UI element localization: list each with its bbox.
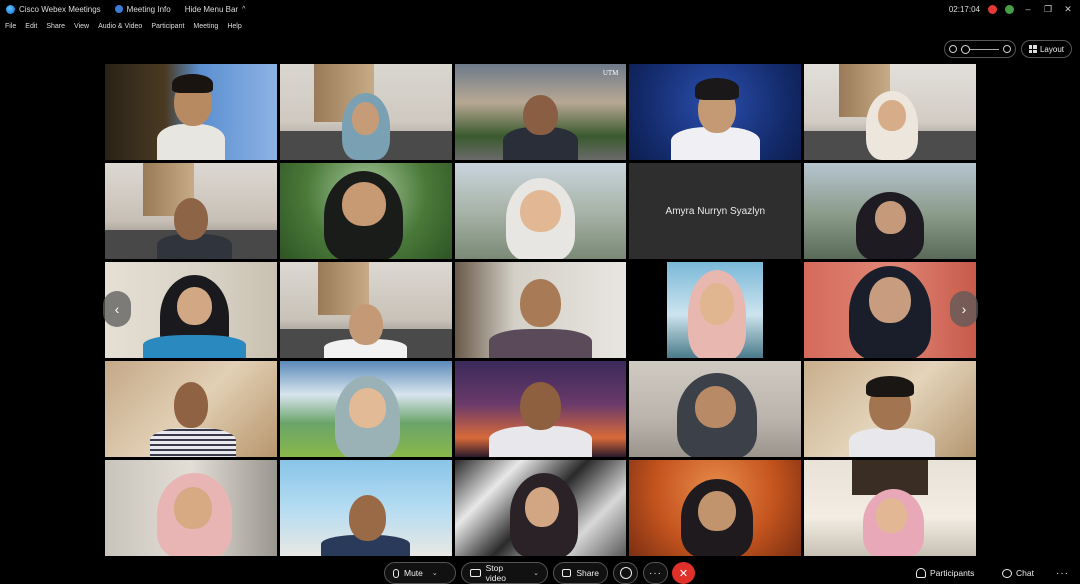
participant-name: Amyra Nurryn Syazlyn [665, 205, 766, 217]
participant-video[interactable] [105, 361, 277, 457]
participant-video[interactable] [279, 460, 452, 556]
more-icon: ··· [649, 567, 662, 579]
camera-icon [470, 569, 481, 577]
share-button[interactable]: Share [553, 562, 608, 584]
participant-video[interactable] [629, 460, 802, 556]
share-label: Share [576, 568, 599, 578]
participants-icon [916, 568, 926, 578]
close-icon: ✕ [678, 567, 689, 580]
zoom-in-icon[interactable] [1003, 45, 1011, 53]
participant-video[interactable] [279, 262, 452, 358]
zoom-out-icon[interactable] [949, 45, 957, 53]
meeting-timer: 02:17:04 [948, 4, 980, 14]
participant-video[interactable] [454, 163, 627, 259]
close-window-icon[interactable]: ✕ [1062, 4, 1074, 15]
layout-button[interactable]: Layout [1021, 40, 1072, 58]
share-screen-icon [562, 569, 572, 577]
video-grid: UTM Amyra Nurryn Syazlyn [105, 64, 976, 556]
overflow-menu-button[interactable]: ··· [1056, 562, 1069, 584]
more-options-button[interactable]: ··· [643, 562, 668, 584]
smiley-icon [619, 567, 632, 579]
zoom-slider-control[interactable] [944, 40, 1016, 58]
connection-icon [1005, 4, 1014, 14]
previous-page-button[interactable]: ‹ [103, 291, 131, 327]
recording-icon [988, 4, 997, 14]
meeting-info-button[interactable]: Meeting Info [114, 4, 171, 14]
webex-logo-icon [6, 4, 15, 14]
minimize-icon[interactable]: – [1022, 4, 1034, 14]
menu-file[interactable]: File [5, 23, 16, 30]
menu-share[interactable]: Share [46, 23, 65, 30]
microphone-icon [393, 568, 399, 578]
title-bar-right: 02:17:04 – ❐ ✕ [949, 0, 1074, 18]
participants-label: Participants [930, 568, 975, 578]
menu-help[interactable]: Help [227, 23, 241, 30]
chevron-down-icon[interactable]: ⌄ [533, 569, 539, 577]
participant-video[interactable]: UTM [454, 64, 627, 160]
participant-video[interactable] [454, 262, 627, 358]
stop-video-button[interactable]: Stop video ⌄ [461, 562, 548, 584]
zoom-track[interactable] [961, 44, 999, 54]
chat-icon [1002, 568, 1012, 578]
layout-label: Layout [1039, 44, 1065, 54]
participant-video[interactable] [629, 262, 802, 358]
mute-button[interactable]: Mute ⌄ [384, 562, 456, 584]
end-meeting-button[interactable]: ✕ [672, 562, 695, 584]
mute-label: Mute [404, 568, 423, 578]
meeting-info-label: Meeting Info [126, 4, 171, 14]
chevron-left-icon: ‹ [114, 301, 120, 317]
participant-video[interactable] [804, 361, 976, 457]
shield-icon [114, 5, 123, 13]
app-title: Cisco Webex Meetings [6, 4, 101, 14]
participant-video[interactable] [629, 361, 802, 457]
participant-video[interactable] [804, 460, 976, 556]
menu-meeting[interactable]: Meeting [193, 23, 218, 30]
grid-icon [1028, 45, 1037, 53]
menu-audio-video[interactable]: Audio & Video [98, 23, 142, 30]
menu-view[interactable]: View [74, 23, 89, 30]
participant-video[interactable] [105, 163, 277, 259]
meeting-controls: Mute ⌄ Stop video ⌄ Share ··· ✕ Particip… [0, 560, 1080, 584]
more-icon: ··· [1056, 567, 1069, 579]
participant-video[interactable] [804, 64, 976, 160]
participant-video[interactable] [105, 64, 277, 160]
menu-edit[interactable]: Edit [25, 23, 37, 30]
participant-video[interactable] [454, 361, 627, 457]
title-bar: Cisco Webex Meetings Meeting Info Hide M… [0, 0, 1080, 18]
participant-placeholder[interactable]: Amyra Nurryn Syazlyn [629, 163, 802, 259]
chevron-down-icon[interactable]: ⌄ [432, 569, 438, 577]
participant-video[interactable] [279, 163, 452, 259]
hide-menu-bar-button[interactable]: Hide Menu Bar ^ [185, 5, 246, 14]
menu-participant[interactable]: Participant [151, 23, 184, 30]
zoom-handle[interactable] [961, 44, 970, 54]
hide-menu-bar-label: Hide Menu Bar [184, 4, 239, 14]
participant-video[interactable] [454, 460, 627, 556]
next-page-button[interactable]: › [950, 291, 978, 327]
participant-video[interactable] [279, 64, 452, 160]
chat-label: Chat [1016, 568, 1034, 578]
chevron-up-icon: ^ [242, 5, 246, 13]
restore-icon[interactable]: ❐ [1042, 4, 1054, 15]
app-name: Cisco Webex Meetings [19, 4, 101, 14]
participant-video[interactable] [279, 361, 452, 457]
participants-button[interactable]: Participants [916, 562, 974, 584]
participant-video[interactable] [804, 163, 976, 259]
reactions-button[interactable] [613, 562, 638, 584]
menu-bar: File Edit Share View Audio & Video Parti… [0, 18, 246, 34]
chevron-right-icon: › [961, 301, 967, 317]
utm-watermark: UTM [602, 69, 619, 77]
participant-video[interactable] [629, 64, 802, 160]
participant-video[interactable] [105, 460, 277, 556]
stop-video-label: Stop video [485, 563, 506, 583]
chat-button[interactable]: Chat [1002, 562, 1034, 584]
